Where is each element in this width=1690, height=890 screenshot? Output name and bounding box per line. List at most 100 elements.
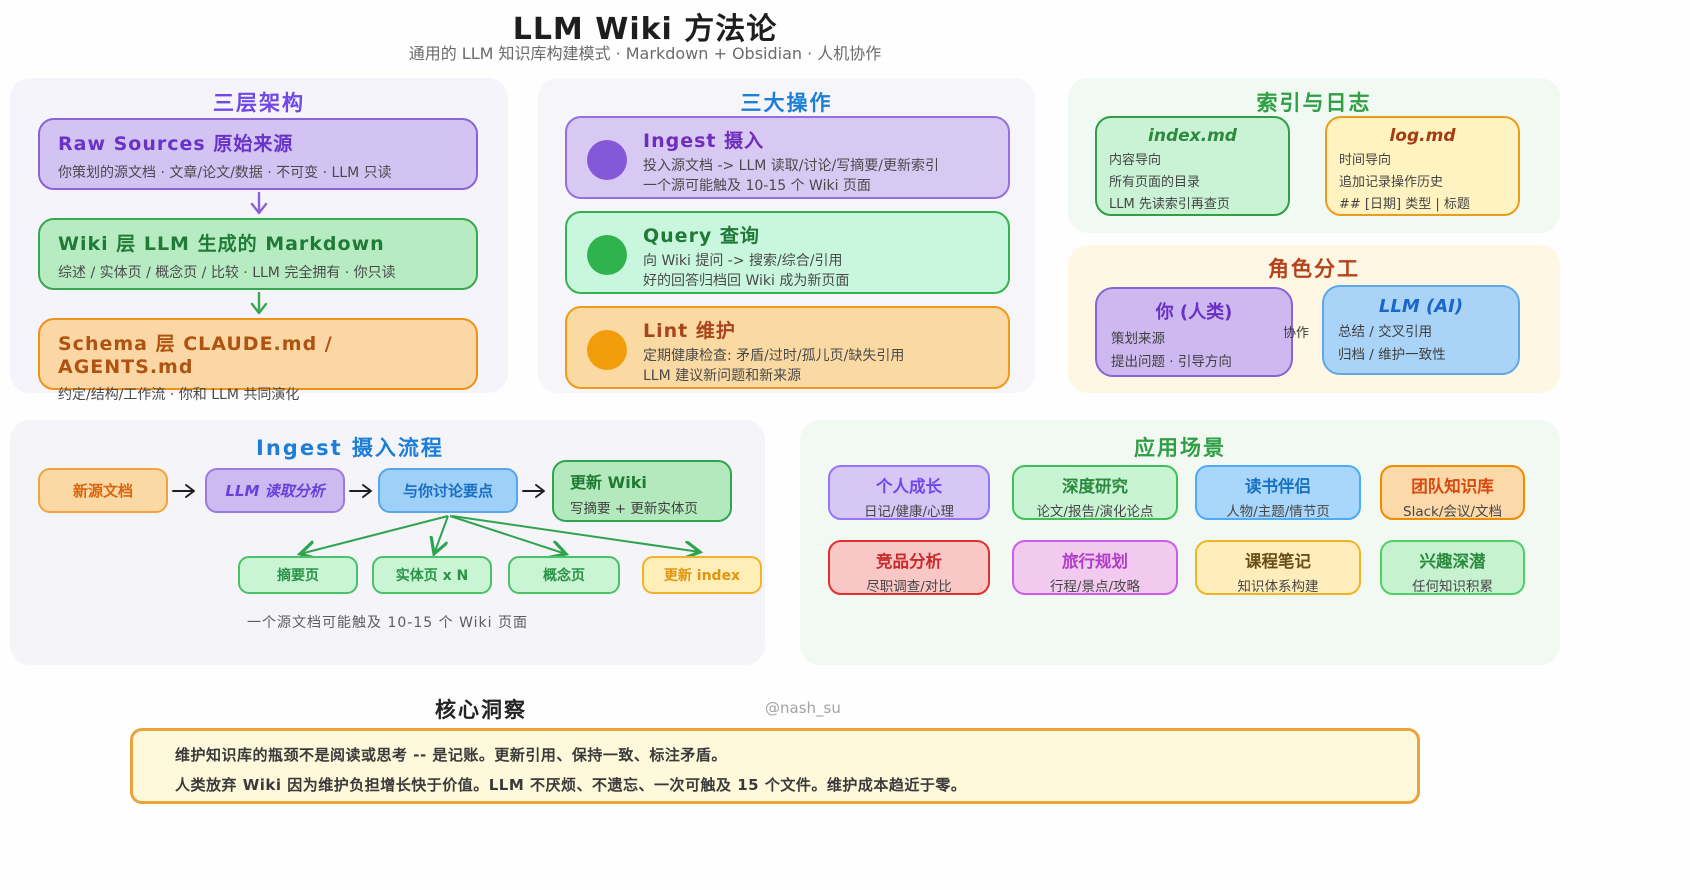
scenario-desc: Slack/会议/文档 <box>1390 500 1515 520</box>
scenario-title: 竞品分析 <box>838 548 980 572</box>
orange-dot-icon <box>587 330 627 370</box>
scenario-card: 深度研究 论文/报告/演化论点 <box>1012 465 1178 520</box>
card-title: log.md <box>1339 126 1506 146</box>
op-query: Query 查询 向 Wiki 提问 -> 搜索/综合/引用 好的回答归档回 W… <box>565 211 1010 294</box>
scenario-card: 课程笔记 知识体系构建 <box>1195 540 1361 595</box>
panel-roles: 角色分工 你 (人类) 策划来源 提出问题 · 引导方向 协作 LLM (AI)… <box>1068 245 1560 393</box>
layer-desc: 约定/结构/工作流 · 你和 LLM 共同演化 <box>58 384 458 404</box>
scenario-desc: 日记/健康/心理 <box>838 500 980 520</box>
layer-title: Raw Sources 原始来源 <box>58 129 458 156</box>
scenario-title: 个人成长 <box>838 473 980 497</box>
card-line: ## [日期] 类型 | 标题 <box>1339 193 1506 212</box>
scenario-title: 读书伴侣 <box>1205 473 1351 497</box>
op-line2: LLM 建议新问题和新来源 <box>643 367 994 387</box>
collab-label: 协作 <box>1283 322 1309 341</box>
scenario-desc: 尽职调查/对比 <box>838 575 980 595</box>
panel-operations: 三大操作 Ingest 摄入 投入源文档 -> LLM 读取/讨论/写摘要/更新… <box>538 78 1035 393</box>
scenario-title: 深度研究 <box>1022 473 1168 497</box>
role-line: 策划来源 <box>1111 327 1277 347</box>
scenario-title: 兴趣深潜 <box>1390 548 1515 572</box>
flow-output-update-index: 更新 index <box>642 556 762 594</box>
panel-ingest-flow: Ingest 摄入流程 新源文档 LLM 读取分析 与你讨论要点 更新 Wiki… <box>10 420 765 665</box>
flow-output-entity: 实体页 x N <box>372 556 492 594</box>
card-line: 时间导向 <box>1339 149 1506 168</box>
scenario-desc: 人物/主题/情节页 <box>1205 500 1351 520</box>
op-line2: 一个源可能触及 10-15 个 Wiki 页面 <box>643 177 994 197</box>
scenario-desc: 行程/景点/攻略 <box>1022 575 1168 595</box>
purple-dot-icon <box>587 140 627 180</box>
op-title: Ingest 摄入 <box>643 126 994 153</box>
fan-arrows-icon <box>10 513 765 559</box>
diagram-canvas: LLM Wiki 方法论 通用的 LLM 知识库构建模式 · Markdown … <box>0 0 1690 890</box>
ingest-flow-title: Ingest 摄入流程 <box>10 432 690 462</box>
card-index-md: index.md 内容导向 所有页面的目录 LLM 先读索引再查页 <box>1095 116 1290 216</box>
scenario-desc: 论文/报告/演化论点 <box>1022 500 1168 520</box>
flow-step-llm-read: LLM 读取分析 <box>205 468 345 513</box>
op-title: Query 查询 <box>643 221 994 248</box>
index-log-title: 索引与日志 <box>1068 87 1560 117</box>
insight-title: 核心洞察 <box>435 694 527 724</box>
card-title: index.md <box>1109 126 1276 146</box>
operations-title: 三大操作 <box>538 87 1035 117</box>
panel-architecture: 三层架构 Raw Sources 原始来源 你策划的源文档 · 文章/论文/数据… <box>10 78 508 393</box>
role-line: 总结 / 交叉引用 <box>1338 320 1504 340</box>
flow-caption: 一个源文档可能触及 10-15 个 Wiki 页面 <box>10 612 765 632</box>
scenario-card: 个人成长 日记/健康/心理 <box>828 465 990 520</box>
layer-schema: Schema 层 CLAUDE.md / AGENTS.md 约定/结构/工作流… <box>38 318 478 390</box>
scenario-card: 兴趣深潜 任何知识积累 <box>1380 540 1525 595</box>
card-llm-ai: LLM (AI) 总结 / 交叉引用 归档 / 维护一致性 <box>1322 285 1520 375</box>
card-line: 内容导向 <box>1109 149 1276 168</box>
insight-box: 维护知识库的瓶颈不是阅读或思考 -- 是记账。更新引用、保持一致、标注矛盾。 人… <box>130 728 1420 804</box>
role-line: 归档 / 维护一致性 <box>1338 343 1504 363</box>
roles-title: 角色分工 <box>1068 253 1560 283</box>
scenarios-title: 应用场景 <box>800 432 1560 462</box>
insight-author: @nash_su <box>765 699 841 717</box>
layer-title: Wiki 层 LLM 生成的 Markdown <box>58 229 458 256</box>
scenario-title: 团队知识库 <box>1390 473 1515 497</box>
layer-raw-sources: Raw Sources 原始来源 你策划的源文档 · 文章/论文/数据 · 不可… <box>38 118 478 190</box>
scenario-card: 旅行规划 行程/景点/攻略 <box>1012 540 1178 595</box>
op-title: Lint 维护 <box>643 316 994 343</box>
scenario-title: 旅行规划 <box>1022 548 1168 572</box>
arrow-right-icon <box>522 482 550 500</box>
insight-line2: 人类放弃 Wiki 因为维护负担增长快于价值。LLM 不厌烦、不遗忘、一次可触及… <box>175 774 1397 795</box>
scenario-title: 课程笔记 <box>1205 548 1351 572</box>
flow-step-new-source: 新源文档 <box>38 468 168 513</box>
flow-step-discuss: 与你讨论要点 <box>378 468 518 513</box>
page-subtitle: 通用的 LLM 知识库构建模式 · Markdown + Obsidian · … <box>0 40 1290 64</box>
flow-step-title: 更新 Wiki <box>570 469 714 493</box>
op-line1: 投入源文档 -> LLM 读取/讨论/写摘要/更新索引 <box>643 157 994 177</box>
architecture-title: 三层架构 <box>10 87 508 117</box>
flow-output-concept: 概念页 <box>508 556 620 594</box>
scenario-desc: 知识体系构建 <box>1205 575 1351 595</box>
layer-desc: 综述 / 实体页 / 概念页 / 比较 · LLM 完全拥有 · 你只读 <box>58 262 458 282</box>
op-ingest: Ingest 摄入 投入源文档 -> LLM 读取/讨论/写摘要/更新索引 一个… <box>565 116 1010 199</box>
arrow-down-icon <box>249 292 269 316</box>
green-dot-icon <box>587 235 627 275</box>
arrow-right-icon <box>172 482 200 500</box>
card-line: 所有页面的目录 <box>1109 171 1276 190</box>
card-line: LLM 先读索引再查页 <box>1109 193 1276 212</box>
op-line1: 定期健康检查: 矛盾/过时/孤儿页/缺失引用 <box>643 347 994 367</box>
scenario-card: 读书伴侣 人物/主题/情节页 <box>1195 465 1361 520</box>
op-line2: 好的回答归档回 Wiki 成为新页面 <box>643 272 994 292</box>
layer-wiki: Wiki 层 LLM 生成的 Markdown 综述 / 实体页 / 概念页 /… <box>38 218 478 290</box>
layer-title: Schema 层 CLAUDE.md / AGENTS.md <box>58 329 458 378</box>
card-human: 你 (人类) 策划来源 提出问题 · 引导方向 <box>1095 287 1293 377</box>
op-line1: 向 Wiki 提问 -> 搜索/综合/引用 <box>643 252 994 272</box>
layer-desc: 你策划的源文档 · 文章/论文/数据 · 不可变 · LLM 只读 <box>58 162 458 182</box>
flow-output-summary: 摘要页 <box>238 556 358 594</box>
role-line: 提出问题 · 引导方向 <box>1111 350 1277 370</box>
scenario-card: 竞品分析 尽职调查/对比 <box>828 540 990 595</box>
role-title: LLM (AI) <box>1338 296 1504 317</box>
panel-index-log: 索引与日志 index.md 内容导向 所有页面的目录 LLM 先读索引再查页 … <box>1068 78 1560 233</box>
arrow-down-icon <box>249 192 269 216</box>
card-line: 追加记录操作历史 <box>1339 171 1506 190</box>
scenario-desc: 任何知识积累 <box>1390 575 1515 595</box>
op-lint: Lint 维护 定期健康检查: 矛盾/过时/孤儿页/缺失引用 LLM 建议新问题… <box>565 306 1010 389</box>
insight-line1: 维护知识库的瓶颈不是阅读或思考 -- 是记账。更新引用、保持一致、标注矛盾。 <box>175 744 1397 765</box>
card-log-md: log.md 时间导向 追加记录操作历史 ## [日期] 类型 | 标题 <box>1325 116 1520 216</box>
panel-scenarios: 应用场景 个人成长 日记/健康/心理 深度研究 论文/报告/演化论点 读书伴侣 … <box>800 420 1560 665</box>
arrow-right-icon <box>349 482 377 500</box>
scenario-card: 团队知识库 Slack/会议/文档 <box>1380 465 1525 520</box>
